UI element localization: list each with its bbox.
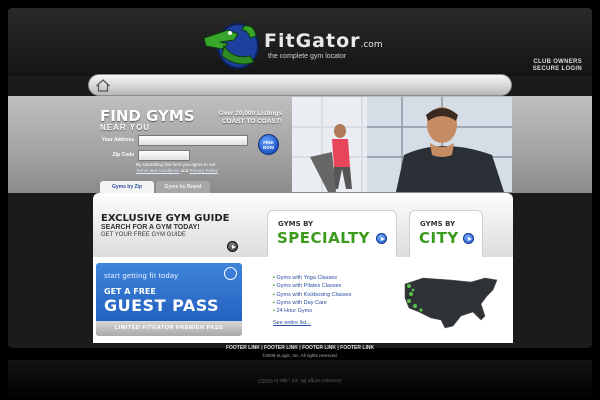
- footer-link[interactable]: FOOTER LINK: [302, 345, 336, 351]
- see-entire-list-link[interactable]: See entire list...: [273, 320, 311, 326]
- specialty-small-label: GYMS BY: [278, 220, 314, 228]
- list-item[interactable]: Gyms with Yoga Classes: [273, 274, 351, 282]
- zip-label: Zip Code: [112, 152, 134, 158]
- footer-separator: |: [261, 345, 263, 351]
- city-arrow-icon[interactable]: [463, 233, 474, 244]
- lower-content: start getting fit today GET A FREE GUEST…: [93, 257, 513, 343]
- near-you-subtitle: NEAR YOU: [100, 123, 151, 132]
- tab-gyms-by-brand[interactable]: Gyms by Brand: [156, 181, 210, 193]
- city-small-label: GYMS BY: [420, 220, 456, 228]
- specialty-list: Gyms with Yoga Classes Gyms with Pilates…: [273, 274, 351, 315]
- city-big-label: CITY: [419, 229, 459, 247]
- find-gyms-title: FIND GYMS: [100, 107, 195, 125]
- form-disclaimer: By submitting this form you agree to our…: [136, 162, 246, 173]
- guest-pass-footer: LIMITED FITGATOR PREMIER PASS: [96, 321, 242, 336]
- find-now-button[interactable]: FIND NOW: [258, 134, 279, 155]
- logo-dotcom: .com: [360, 40, 383, 50]
- zip-input[interactable]: [138, 150, 190, 161]
- logo-tagline: the complete gym locator: [268, 53, 347, 60]
- address-label: Your Address: [101, 137, 134, 143]
- tab-gyms-by-city[interactable]: GYMS BY CITY: [409, 210, 483, 258]
- page-frame: FitGator.com the complete gym locator CL…: [0, 0, 600, 400]
- us-map-icon[interactable]: [401, 270, 503, 336]
- home-icon[interactable]: [96, 79, 110, 92]
- tab-gyms-by-specialty[interactable]: GYMS BY SPECIALTY: [267, 210, 397, 258]
- address-input[interactable]: [138, 135, 248, 146]
- footer-separator: |: [299, 345, 301, 351]
- specialty-arrow-icon[interactable]: [376, 233, 387, 244]
- terms-link[interactable]: Terms and Conditions: [136, 168, 180, 173]
- list-item[interactable]: 24 Hour Gyms: [273, 307, 351, 315]
- copyright-text: ©2009 eLogic, Inc. All rights reserved.: [262, 353, 338, 358]
- listings-line-1: Over 20,000 Listings: [218, 110, 282, 117]
- logo[interactable]: FitGator.com the complete gym locator: [198, 16, 388, 72]
- secure-login-link[interactable]: SECURE LOGIN: [533, 66, 582, 73]
- disclaimer-and: and: [180, 167, 189, 173]
- guest-pass-tagline: start getting fit today: [104, 271, 179, 280]
- footer-link[interactable]: FOOTER LINK: [264, 345, 298, 351]
- gym-guide-band: EXCLUSIVE GYM GUIDE SEARCH FOR A GYM TOD…: [93, 193, 513, 258]
- listings-count: Over 20,000 Listings COAST TO COAST!: [198, 110, 282, 126]
- list-item[interactable]: Gyms with Day Care: [273, 299, 351, 307]
- footer-link[interactable]: FOOTER LINK: [340, 345, 374, 351]
- specialty-big-label: SPECIALTY: [277, 229, 370, 247]
- gator-mascot-icon: [203, 23, 259, 69]
- club-owners-link[interactable]: CLUB OWNERS: [533, 59, 582, 66]
- privacy-link[interactable]: Privacy Policy: [190, 168, 218, 173]
- site-page: FitGator.com the complete gym locator CL…: [8, 8, 592, 348]
- site-header: FitGator.com the complete gym locator CL…: [8, 8, 592, 76]
- gym-hero-image: [292, 97, 512, 192]
- exclusive-guide-title: EXCLUSIVE GYM GUIDE: [101, 213, 230, 224]
- disclaimer-text: By submitting this form you agree to our: [136, 162, 216, 167]
- list-item[interactable]: Gyms with Pilates Classes: [273, 282, 351, 290]
- nav-bar: [88, 74, 512, 96]
- footer-links: FOOTER LINK | FOOTER LINK | FOOTER LINK …: [0, 345, 600, 351]
- guest-pass-banner[interactable]: start getting fit today GET A FREE GUEST…: [96, 263, 242, 336]
- find-now-line-2: NOW: [263, 145, 274, 150]
- list-item[interactable]: Gyms with Kickboxing Classes: [273, 291, 351, 299]
- owner-links: CLUB OWNERS SECURE LOGIN: [533, 59, 582, 73]
- listings-line-2: COAST TO COAST!: [221, 118, 282, 125]
- guest-pass-get: GET A FREE: [104, 287, 156, 296]
- logo-wordmark: FitGator.com: [264, 30, 383, 52]
- guest-pass-title: GUEST PASS: [104, 296, 220, 315]
- guide-arrow-icon[interactable]: [227, 241, 238, 252]
- clock-icon: [224, 267, 237, 280]
- guide-line-2: GET YOUR FREE GYM GUIDE: [101, 232, 186, 238]
- footer-link[interactable]: FOOTER LINK: [226, 345, 260, 351]
- guide-line-1: SEARCH FOR A GYM TODAY!: [101, 224, 200, 231]
- find-gyms-band: FIND GYMS NEAR YOU Over 20,000 Listings …: [8, 96, 592, 193]
- reflection-text: ©2009 eLogic, Inc. All rights reserved.: [257, 377, 343, 383]
- footer-separator: |: [337, 345, 339, 351]
- tab-gyms-by-zip[interactable]: Gyms by Zip: [100, 181, 154, 193]
